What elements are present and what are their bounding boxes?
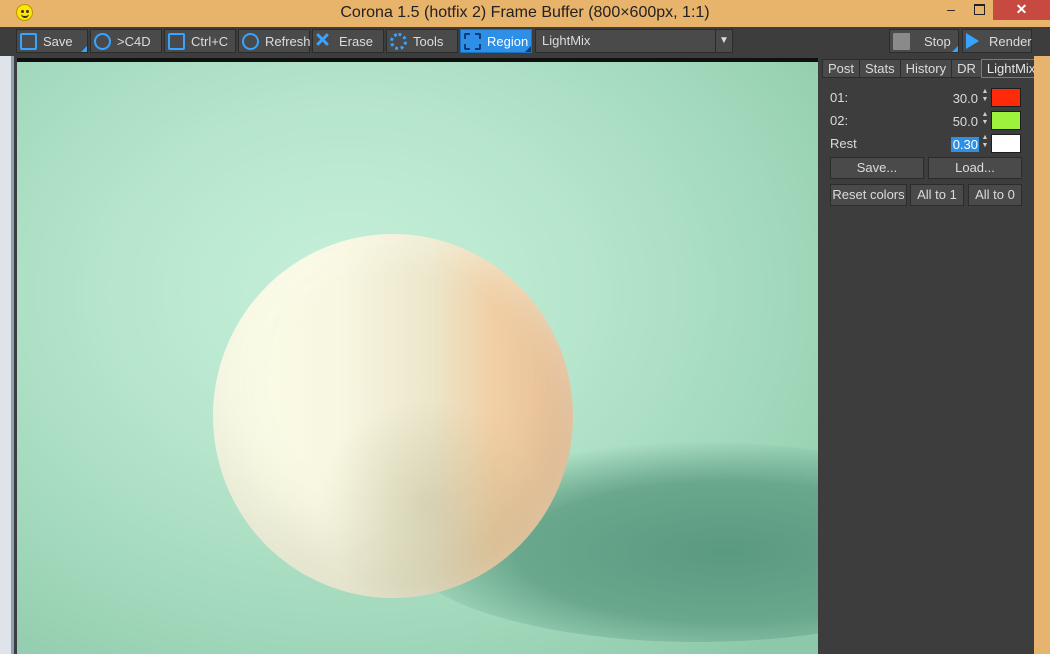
sphere-shading (213, 234, 573, 598)
tab-stats[interactable]: Stats (859, 59, 901, 78)
clipboard-icon (168, 32, 185, 50)
play-icon (966, 33, 979, 49)
close-button[interactable]: ✕ (993, 0, 1050, 20)
render-button[interactable]: Render (962, 29, 1032, 53)
refresh-icon (242, 32, 259, 50)
to-c4d-button[interactable]: >C4D (90, 29, 162, 53)
light-intensity-input[interactable]: 30.0 (930, 91, 978, 106)
tab-post[interactable]: Post (822, 59, 861, 78)
channel-selected-value: LightMix (542, 33, 591, 48)
light-label: 01: (830, 90, 849, 105)
rendered-image (17, 62, 818, 654)
light-color-swatch[interactable] (991, 88, 1021, 107)
save-button[interactable]: Save (16, 29, 88, 53)
region-select-icon (464, 32, 481, 50)
tab-lightmix[interactable]: LightMix (980, 59, 1042, 78)
lightmix-save-button[interactable]: Save... (830, 157, 924, 179)
light-label: Rest (830, 136, 857, 151)
region-label: Region (487, 33, 529, 49)
light-label: 02: (830, 113, 849, 128)
light-intensity-input[interactable]: 0.30 (951, 137, 979, 152)
copy-button[interactable]: Ctrl+C (164, 29, 236, 53)
region-button[interactable]: Region (460, 29, 532, 53)
light-row-01: 01: 30.0 ▲ ▼ (830, 88, 1022, 108)
chevron-down-icon[interactable]: ▼ (715, 30, 732, 52)
light-color-swatch[interactable] (991, 111, 1021, 130)
lightmix-load-button[interactable]: Load... (928, 157, 1022, 179)
stop-button[interactable]: Stop (889, 29, 959, 53)
all-to-0-button[interactable]: All to 0 (968, 184, 1022, 206)
tools-label: Tools (413, 33, 444, 49)
erase-button[interactable]: Erase (312, 29, 384, 53)
save-label: Save (43, 33, 73, 49)
tab-history[interactable]: History (899, 59, 953, 78)
erase-x-icon (316, 33, 333, 50)
c4d-icon (94, 32, 111, 50)
render-viewport[interactable] (17, 58, 818, 654)
panel-tabs: Post Stats History DR LightMix (822, 59, 1042, 79)
light-intensity-input[interactable]: 50.0 (930, 114, 978, 129)
light-row-rest: Rest 0.30 ▲ ▼ (830, 134, 1022, 154)
copy-label: Ctrl+C (191, 33, 229, 49)
background-window-edge (0, 56, 14, 654)
render-label: Render (989, 33, 1032, 49)
refresh-label: Refresh (265, 33, 311, 49)
toolbar: Save >C4D Ctrl+C Refresh Erase Tools Reg… (0, 27, 1050, 56)
tools-button[interactable]: Tools (386, 29, 458, 53)
floppy-icon (20, 32, 37, 50)
light-row-02: 02: 50.0 ▲ ▼ (830, 111, 1022, 131)
spinner-arrows-icon[interactable]: ▲ ▼ (981, 88, 989, 106)
refresh-button[interactable]: Refresh (238, 29, 311, 53)
lightmix-panel: Post Stats History DR LightMix 01: 30.0 … (820, 56, 1042, 654)
tab-dr[interactable]: DR (951, 59, 982, 78)
gear-icon (390, 32, 407, 50)
channel-dropdown[interactable]: LightMix ▼ (535, 29, 733, 53)
reset-colors-button[interactable]: Reset colors (830, 184, 907, 206)
light-color-swatch[interactable] (991, 134, 1021, 153)
to-c4d-label: >C4D (117, 33, 151, 49)
spinner-arrows-icon[interactable]: ▲ ▼ (981, 134, 989, 152)
spinner-arrows-icon[interactable]: ▲ ▼ (981, 111, 989, 129)
erase-label: Erase (339, 33, 373, 49)
minimize-button[interactable]: – (934, 0, 968, 20)
background-window-edge-right (1034, 56, 1050, 654)
all-to-1-button[interactable]: All to 1 (910, 184, 964, 206)
maximize-icon (973, 4, 985, 15)
maximize-button[interactable] (968, 0, 990, 20)
title-bar: Corona 1.5 (hotfix 2) Frame Buffer (800×… (0, 0, 1050, 27)
stop-icon (893, 32, 910, 50)
window-title: Corona 1.5 (hotfix 2) Frame Buffer (800×… (340, 4, 710, 21)
stop-label: Stop (924, 33, 951, 49)
